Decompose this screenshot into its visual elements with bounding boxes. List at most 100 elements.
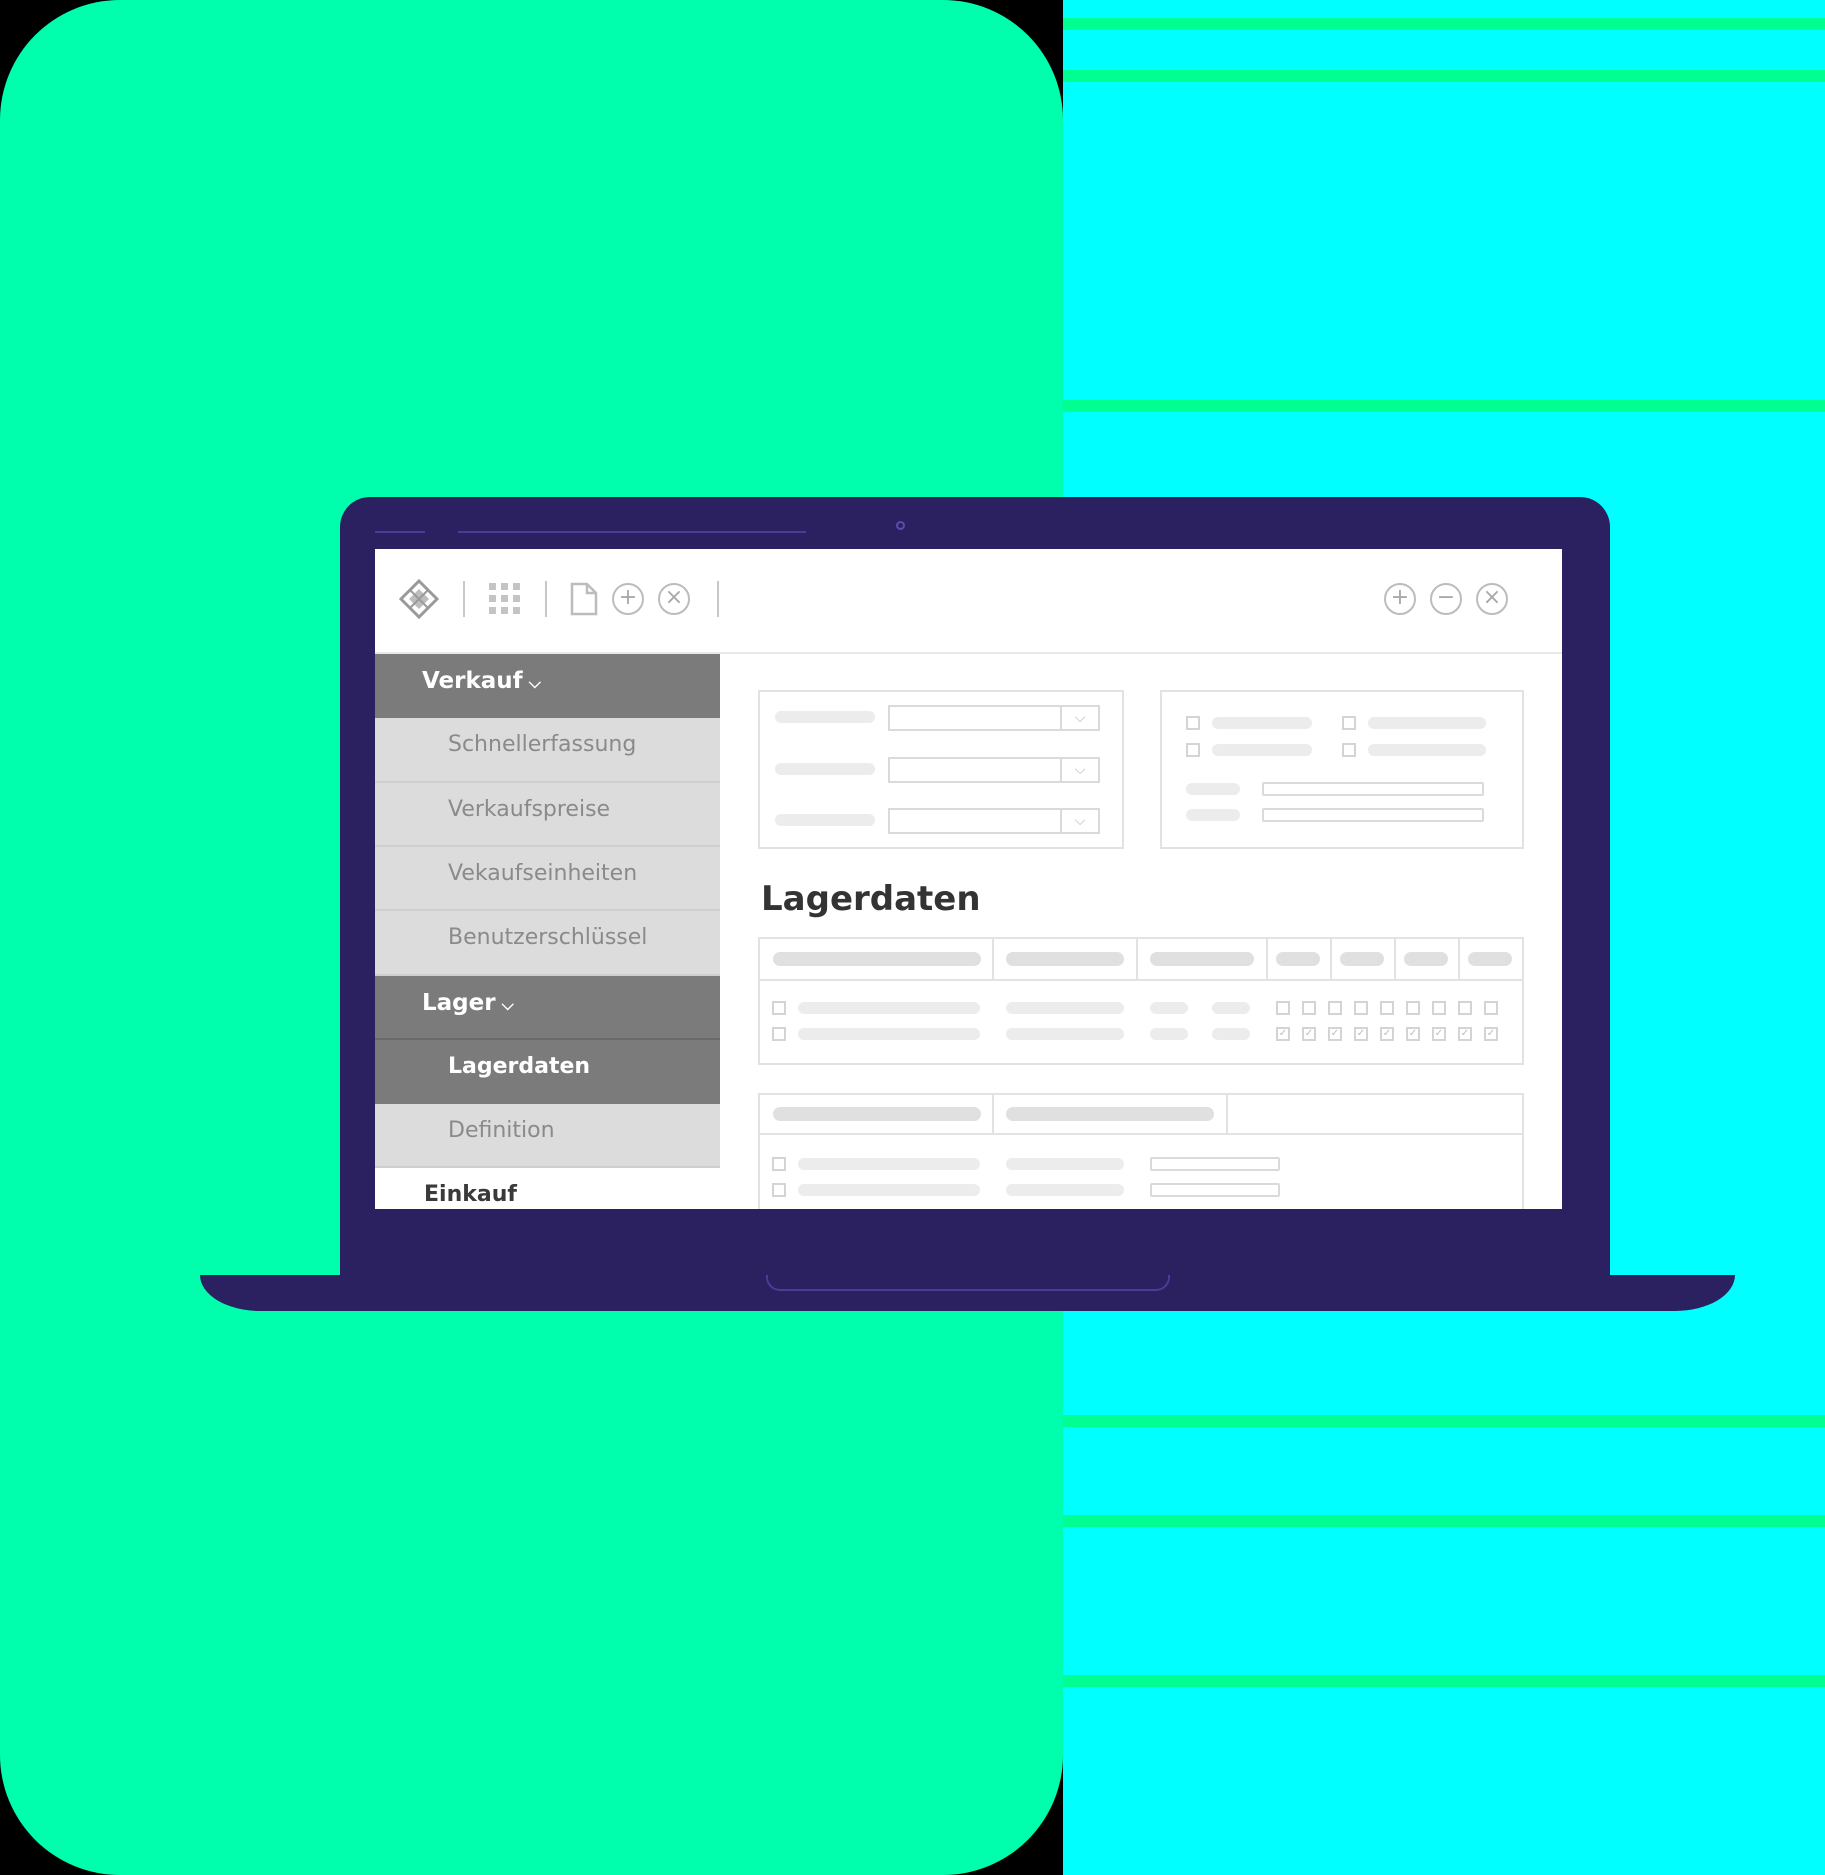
chevron-down-icon: ⌵ [1060,810,1098,832]
text-field[interactable] [1262,782,1484,796]
checkbox[interactable] [1302,1001,1316,1015]
field-label-placeholder [775,711,875,723]
table-header [760,1095,1522,1135]
form-panel-right [1160,690,1524,849]
cell-placeholder [798,1028,980,1040]
column-separator [1226,1095,1228,1133]
sidebar-group-lager[interactable]: Lager ⌵ [375,976,720,1040]
background-stripe [1063,1415,1825,1427]
checkbox-checked[interactable]: ✓ [1458,1027,1472,1041]
checkbox-label-placeholder [1368,744,1486,756]
select-field[interactable]: ⌵ [888,705,1100,731]
sidebar-group-verkauf[interactable]: Verkauf ⌵ [375,654,720,718]
laptop-bezel-line [458,531,806,533]
column-separator [1458,939,1460,979]
text-field[interactable] [1262,808,1484,822]
checkbox[interactable] [772,1027,786,1041]
text-field[interactable] [1150,1157,1280,1171]
zoom-out-icon[interactable]: − [1430,583,1462,615]
checkbox[interactable] [772,1183,786,1197]
column-header-placeholder[interactable] [1468,952,1512,966]
sidebar-group-label: Einkauf [424,1182,517,1207]
sidebar-item-definition[interactable]: Definition [375,1104,720,1168]
checkbox-checked[interactable]: ✓ [1354,1027,1368,1041]
column-header-placeholder[interactable] [1340,952,1384,966]
checkbox-checked[interactable]: ✓ [1484,1027,1498,1041]
checkbox-checked[interactable]: ✓ [1432,1027,1446,1041]
column-header-placeholder[interactable] [773,1107,981,1121]
column-separator [1394,939,1396,979]
background-stripe [1063,18,1825,30]
cell-placeholder [1150,1028,1188,1040]
toolbar-separator [717,581,719,617]
checkbox-checked[interactable]: ✓ [1276,1027,1290,1041]
sidebar-group-einkauf[interactable]: Einkauf [375,1168,720,1209]
sidebar-item-schnellerfassung[interactable]: Schnellerfassung [375,718,720,783]
checkbox[interactable] [1432,1001,1446,1015]
column-separator [992,1095,994,1133]
checkbox[interactable] [772,1001,786,1015]
cell-placeholder [1150,1002,1188,1014]
sidebar-item-label: Schnellerfassung [448,732,637,757]
checkbox[interactable] [1458,1001,1472,1015]
chevron-down-icon: ⌵ [501,995,514,1014]
text-field[interactable] [1150,1183,1280,1197]
checkbox-checked[interactable]: ✓ [1328,1027,1342,1041]
checkbox[interactable] [1354,1001,1368,1015]
checkbox-checked[interactable]: ✓ [1406,1027,1420,1041]
apps-grid-icon[interactable] [487,581,523,617]
sidebar-item-label: Benutzerschlüssel [448,925,648,950]
column-separator [1330,939,1332,979]
checkbox[interactable] [1342,716,1356,730]
checkbox[interactable] [1186,743,1200,757]
cell-placeholder [798,1002,980,1014]
add-circle-icon[interactable]: + [612,583,644,615]
field-label-placeholder [775,814,875,826]
column-header-placeholder[interactable] [1404,952,1448,966]
checkbox-label-placeholder [1368,717,1486,729]
sidebar-nav: Verkauf ⌵ Schnellerfassung Verkaufspreise… [375,654,720,1209]
close-window-icon[interactable]: × [1476,583,1508,615]
checkbox[interactable] [1380,1001,1394,1015]
sidebar-item-benutzerschluessel[interactable]: Benutzerschlüssel [375,911,720,976]
app-window: + × + − × Verkauf ⌵ Schnellerfassung Verk… [375,549,1562,1209]
data-table-definition [758,1093,1524,1209]
chevron-down-icon: ⌵ [1060,759,1098,781]
checkbox[interactable] [1406,1001,1420,1015]
field-label-placeholder [1186,783,1240,795]
cell-placeholder [1212,1002,1250,1014]
field-label-placeholder [1186,809,1240,821]
checkbox[interactable] [1484,1001,1498,1015]
checkbox-checked[interactable]: ✓ [1302,1027,1316,1041]
column-header-placeholder[interactable] [1006,1107,1214,1121]
sidebar-item-vekaufseinheiten[interactable]: Vekaufseinheiten [375,847,720,911]
cell-placeholder [798,1184,980,1196]
table-header [760,939,1522,981]
laptop-bezel-line [375,531,425,533]
checkbox-label-placeholder [1212,717,1312,729]
select-field[interactable]: ⌵ [888,757,1100,783]
new-document-icon[interactable] [569,581,599,617]
checkbox-label-placeholder [1212,744,1312,756]
section-title: Lagerdaten [761,879,981,919]
checkbox-checked[interactable]: ✓ [1380,1027,1394,1041]
sidebar-item-lagerdaten[interactable]: Lagerdaten [375,1040,720,1104]
checkbox[interactable] [772,1157,786,1171]
app-logo-icon[interactable] [399,579,439,619]
column-header-placeholder[interactable] [773,952,981,966]
column-header-placeholder[interactable] [1276,952,1320,966]
checkbox[interactable] [1186,716,1200,730]
zoom-in-icon[interactable]: + [1384,583,1416,615]
select-field[interactable]: ⌵ [888,808,1100,834]
column-header-placeholder[interactable] [1150,952,1254,966]
background-stripe [1063,400,1825,412]
column-header-placeholder[interactable] [1006,952,1124,966]
sidebar-group-label: Lager [422,990,496,1016]
checkbox[interactable] [1342,743,1356,757]
sidebar-item-verkaufspreise[interactable]: Verkaufspreise [375,783,720,847]
checkbox[interactable] [1328,1001,1342,1015]
toolbar: + × + − × [375,549,1562,654]
close-circle-icon[interactable]: × [658,583,690,615]
checkbox[interactable] [1276,1001,1290,1015]
cell-placeholder [798,1158,980,1170]
